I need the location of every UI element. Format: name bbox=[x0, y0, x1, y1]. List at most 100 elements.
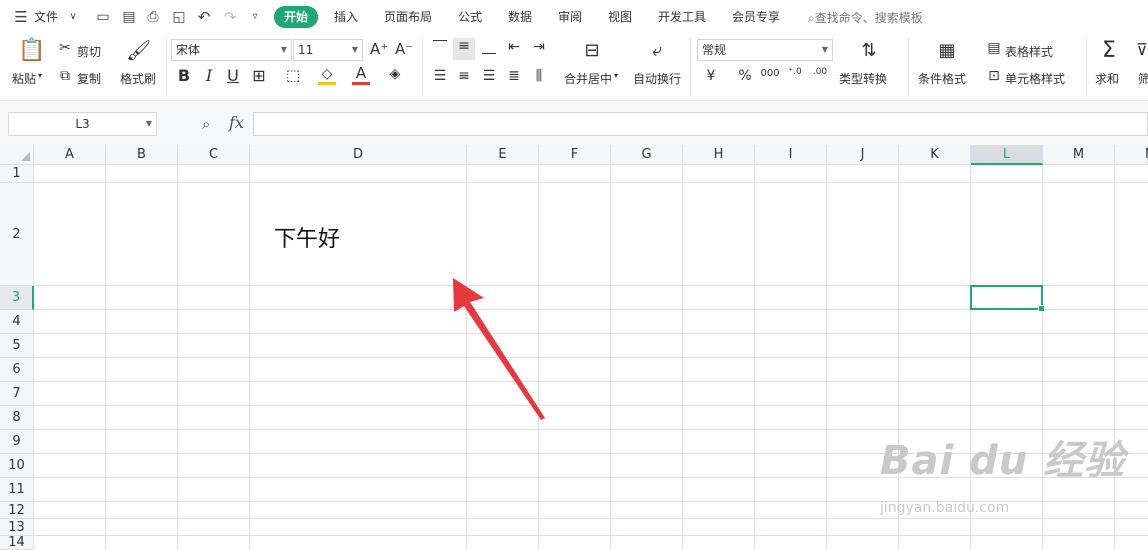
tab-formulas[interactable]: 公式 bbox=[458, 8, 482, 25]
align-bottom-icon[interactable]: ⎽ bbox=[480, 39, 498, 55]
formula-input[interactable] bbox=[253, 112, 1148, 136]
align-center-icon[interactable]: ≡ bbox=[455, 68, 473, 84]
currency-icon[interactable]: ¥ bbox=[702, 68, 720, 84]
save-icon[interactable]: ▭ bbox=[94, 8, 112, 26]
paste-dropdown-icon[interactable]: ▾ bbox=[38, 71, 42, 80]
align-right-icon[interactable]: ☰ bbox=[480, 68, 498, 84]
command-search[interactable]: ⌕查找命令、搜索模板 bbox=[808, 9, 923, 26]
increase-indent-icon[interactable]: ⇥ bbox=[530, 39, 548, 55]
row-header-14[interactable]: 14 bbox=[0, 536, 34, 550]
table-style-button[interactable]: 表格样式 bbox=[1005, 43, 1053, 60]
tab-data[interactable]: 数据 bbox=[508, 8, 532, 25]
separator bbox=[690, 38, 691, 96]
filter-button[interactable]: 筛 bbox=[1138, 70, 1148, 87]
thousands-separator-icon[interactable]: 000 bbox=[760, 68, 780, 79]
column-header-c[interactable]: C bbox=[178, 145, 250, 165]
merge-dropdown-icon[interactable]: ▾ bbox=[614, 71, 618, 80]
print-icon[interactable]: ⎙ bbox=[144, 8, 162, 26]
justify-icon[interactable]: ≣ bbox=[505, 68, 523, 84]
tab-insert[interactable]: 插入 bbox=[334, 8, 358, 25]
file-menu[interactable]: 文件 bbox=[34, 8, 58, 25]
insert-function-button[interactable]: fx bbox=[229, 113, 244, 132]
column-header-n[interactable]: N bbox=[1115, 145, 1148, 165]
row-header-7[interactable]: 7 bbox=[0, 382, 34, 406]
align-top-icon[interactable]: ⎺ bbox=[431, 39, 449, 55]
column-header-l[interactable]: L bbox=[971, 145, 1043, 165]
column-header-j[interactable]: J bbox=[827, 145, 899, 165]
conditional-format-button[interactable]: 条件格式 bbox=[918, 70, 966, 87]
distributed-align-icon[interactable]: ⫼ bbox=[530, 68, 548, 84]
column-header-h[interactable]: H bbox=[683, 145, 755, 165]
zoom-function-icon[interactable]: ⌕ bbox=[202, 115, 210, 133]
font-size-select[interactable]: 11 ▼ bbox=[293, 39, 363, 61]
column-header-a[interactable]: A bbox=[34, 145, 106, 165]
paste-button[interactable]: 粘贴 bbox=[12, 70, 36, 87]
row-header-5[interactable]: 5 bbox=[0, 334, 34, 358]
number-format-select[interactable]: 常规 ▼ bbox=[697, 39, 833, 61]
column-header-b[interactable]: B bbox=[106, 145, 178, 165]
chevron-down-icon[interactable]: ∨ bbox=[64, 8, 82, 26]
select-all-corner[interactable] bbox=[0, 145, 34, 165]
decrease-font-icon[interactable]: A⁻ bbox=[395, 40, 413, 58]
row-header-13[interactable]: 13 bbox=[0, 519, 34, 536]
redo-icon[interactable]: ↷ bbox=[221, 8, 239, 26]
tab-home[interactable]: 开始 bbox=[274, 6, 318, 28]
column-header-d[interactable]: D bbox=[250, 145, 467, 165]
row-header-12[interactable]: 12 bbox=[0, 502, 34, 519]
active-cell-l3[interactable] bbox=[970, 285, 1045, 312]
column-header-i[interactable]: I bbox=[755, 145, 827, 165]
bold-icon[interactable]: B bbox=[176, 66, 192, 85]
row-header-9[interactable]: 9 bbox=[0, 430, 34, 454]
row-header-4[interactable]: 4 bbox=[0, 310, 34, 334]
tab-review[interactable]: 审阅 bbox=[558, 8, 582, 25]
tab-view[interactable]: 视图 bbox=[608, 8, 632, 25]
font-name-select[interactable]: 宋体 ▼ bbox=[171, 39, 292, 61]
undo-icon[interactable]: ↶ bbox=[195, 8, 213, 26]
decrease-decimal-icon[interactable]: .00 bbox=[810, 67, 830, 77]
font-color-icon[interactable]: A bbox=[352, 64, 370, 85]
row-header-8[interactable]: 8 bbox=[0, 406, 34, 430]
format-painter-button[interactable]: 格式刷 bbox=[120, 70, 156, 87]
column-header-f[interactable]: F bbox=[539, 145, 611, 165]
paste-icon[interactable]: 📋 bbox=[18, 38, 45, 63]
column-header-k[interactable]: K bbox=[899, 145, 971, 165]
row-header-10[interactable]: 10 bbox=[0, 454, 34, 478]
underline-icon[interactable]: U bbox=[225, 66, 241, 85]
clear-format-icon[interactable]: ◈ bbox=[386, 66, 404, 82]
fill-color-icon[interactable]: ◇ bbox=[318, 66, 336, 85]
row-header-6[interactable]: 6 bbox=[0, 358, 34, 382]
border-icon[interactable]: ⊞ bbox=[250, 66, 268, 85]
fill-pattern-icon[interactable]: ⬚ bbox=[284, 66, 302, 84]
row-header-2[interactable]: 2 bbox=[0, 183, 34, 286]
tab-member[interactable]: 会员专享 bbox=[732, 8, 780, 25]
row-header-11[interactable]: 11 bbox=[0, 478, 34, 502]
tab-page-layout[interactable]: 页面布局 bbox=[384, 8, 432, 25]
gridline bbox=[34, 381, 1148, 382]
row-header-1[interactable]: 1 bbox=[0, 165, 34, 183]
cell-style-button[interactable]: 单元格样式 bbox=[1005, 70, 1065, 87]
column-header-m[interactable]: M bbox=[1043, 145, 1115, 165]
export-pdf-icon[interactable]: ▤ bbox=[120, 8, 138, 26]
tab-developer[interactable]: 开发工具 bbox=[658, 8, 706, 25]
hamburger-icon[interactable]: ☰ bbox=[12, 8, 30, 26]
cut-button[interactable]: 剪切 bbox=[77, 43, 101, 60]
column-header-e[interactable]: E bbox=[467, 145, 539, 165]
quick-access-dropdown-icon[interactable]: ▿ bbox=[246, 8, 264, 26]
decrease-indent-icon[interactable]: ⇤ bbox=[505, 39, 523, 55]
italic-icon[interactable]: I bbox=[201, 66, 217, 85]
align-middle-icon[interactable]: ≡ bbox=[453, 38, 475, 60]
name-box[interactable]: L3 ▼ bbox=[8, 112, 157, 136]
cell-d2-text[interactable]: 下午好 bbox=[274, 221, 340, 253]
print-preview-icon[interactable]: ◱ bbox=[170, 8, 188, 26]
merge-center-button[interactable]: 合并居中 bbox=[564, 70, 612, 87]
align-left-icon[interactable]: ☰ bbox=[431, 68, 449, 84]
percent-icon[interactable]: % bbox=[736, 68, 754, 84]
wrap-text-button[interactable]: 自动换行 bbox=[633, 70, 681, 87]
row-header-3[interactable]: 3 bbox=[0, 286, 34, 310]
copy-button[interactable]: 复制 bbox=[77, 70, 101, 87]
sum-button[interactable]: 求和 bbox=[1095, 70, 1119, 87]
increase-decimal-icon[interactable]: ⁺.0 bbox=[785, 67, 805, 77]
type-convert-button[interactable]: 类型转换 bbox=[839, 70, 887, 87]
increase-font-icon[interactable]: A⁺ bbox=[370, 40, 388, 58]
column-header-g[interactable]: G bbox=[611, 145, 683, 165]
